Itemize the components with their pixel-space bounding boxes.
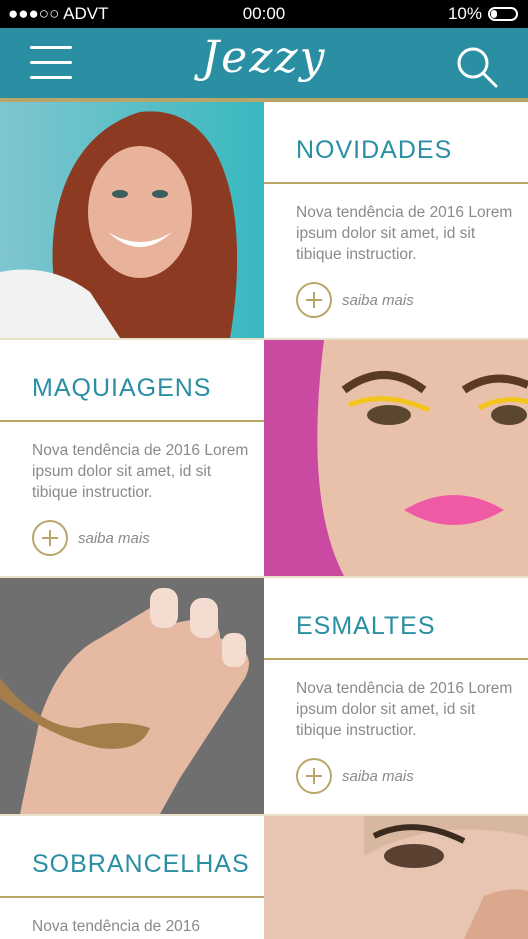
card-title: ESMALTES	[296, 612, 436, 640]
card-title: MAQUIAGENS	[32, 374, 212, 402]
learn-more-link[interactable]: saiba mais	[296, 282, 414, 318]
card-divider	[264, 658, 528, 660]
card-description: Nova tendência de 2016 Lorem ipsum dolor…	[296, 204, 513, 263]
category-card-esmaltes[interactable]: ESMALTES Nova tendência de 2016 Lorem ip…	[264, 578, 528, 814]
card-row: ESMALTES Nova tendência de 2016 Lorem ip…	[0, 578, 528, 814]
learn-more-link[interactable]: saiba mais	[32, 520, 150, 556]
card-description: Nova tendência de 2016 Lorem ipsum dolor…	[296, 680, 513, 739]
search-icon[interactable]	[456, 46, 498, 88]
manicured-nails-image[interactable]	[0, 578, 264, 814]
learn-more-label: saiba mais	[342, 767, 414, 785]
plus-circle-icon	[296, 282, 332, 318]
card-divider	[0, 896, 264, 898]
category-card-maquiagens[interactable]: MAQUIAGENS Nova tendência de 2016 Lorem …	[0, 340, 264, 576]
card-row: SOBRANCELHAS Nova tendência de 2016	[0, 816, 528, 939]
plus-circle-icon	[296, 758, 332, 794]
plus-circle-icon	[32, 520, 68, 556]
battery-percent: 10%	[447, 4, 482, 23]
status-bar: ●●●○○ ADVT 00:00 10%	[0, 0, 528, 28]
eyebrow-closeup-image[interactable]	[264, 816, 528, 939]
card-divider	[0, 420, 264, 422]
card-title: SOBRANCELHAS	[32, 850, 250, 878]
category-card-sobrancelhas[interactable]: SOBRANCELHAS Nova tendência de 2016	[0, 816, 264, 939]
learn-more-link[interactable]: saiba mais	[296, 758, 414, 794]
card-divider	[264, 182, 528, 184]
learn-more-label: saiba mais	[78, 529, 150, 547]
learn-more-label: saiba mais	[342, 291, 414, 309]
card-row: MAQUIAGENS Nova tendência de 2016 Lorem …	[0, 340, 528, 576]
card-description: Nova tendência de 2016 Lorem ipsum dolor…	[32, 442, 249, 501]
card-title: NOVIDADES	[296, 136, 453, 164]
card-row: NOVIDADES Nova tendência de 2016 Lorem i…	[0, 102, 528, 338]
brand-logo[interactable]: Jezzy	[0, 32, 528, 83]
card-description: Nova tendência de 2016	[32, 918, 201, 935]
makeup-face-image[interactable]	[264, 340, 528, 576]
category-card-novidades[interactable]: NOVIDADES Nova tendência de 2016 Lorem i…	[264, 102, 528, 338]
battery-icon	[488, 7, 518, 21]
woman-smiling-image[interactable]	[0, 102, 264, 338]
battery-indicator: 10%	[448, 4, 518, 24]
